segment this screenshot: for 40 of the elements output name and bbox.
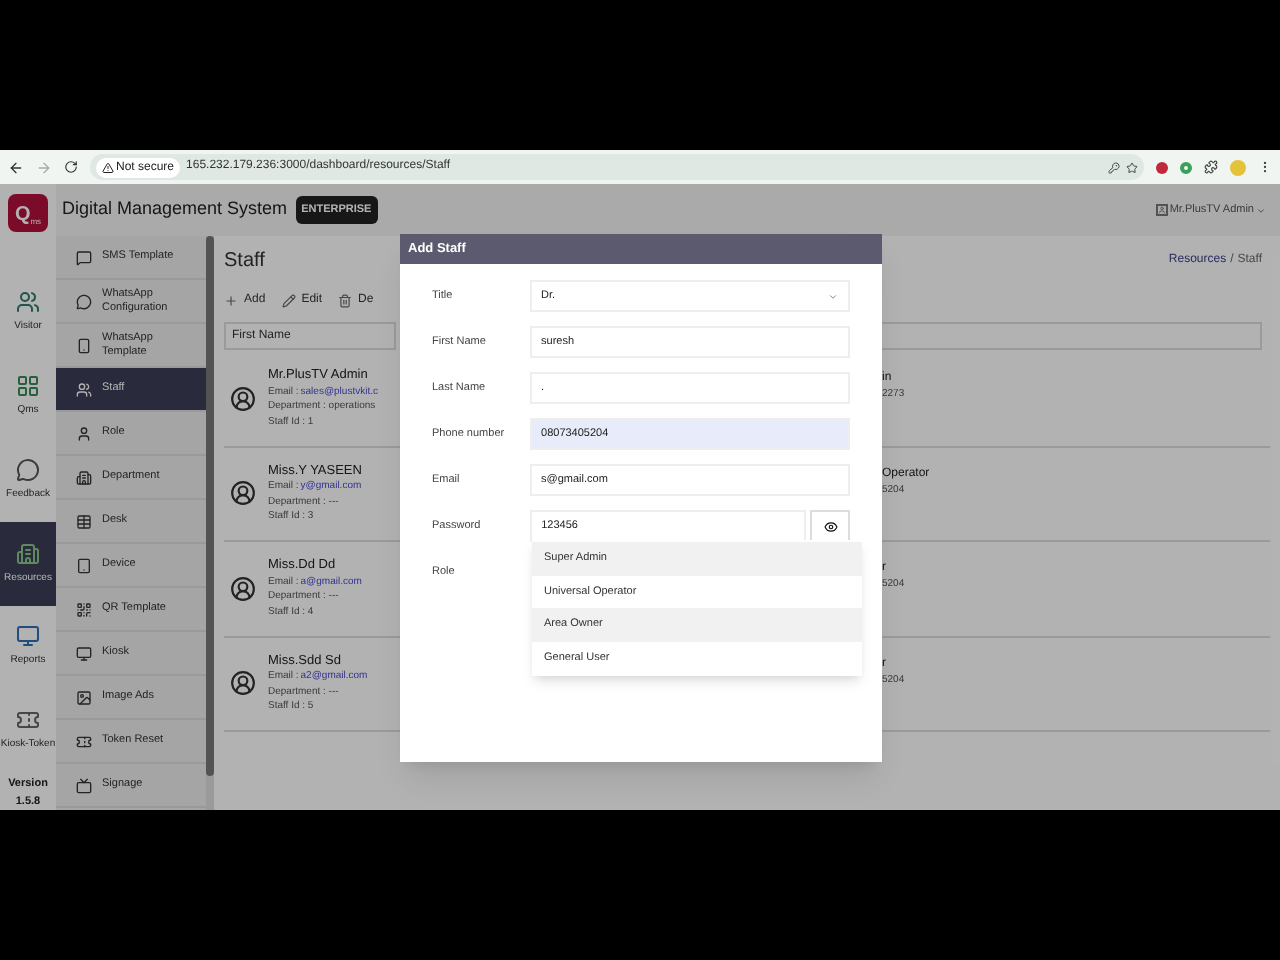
rail-icon [16, 457, 40, 482]
page-title: Staff [224, 247, 265, 275]
rail-icon [16, 624, 40, 649]
submenu-icon [76, 777, 92, 793]
submenu-icon [76, 733, 92, 749]
caret-icon [828, 291, 838, 301]
rail-icon [16, 708, 40, 733]
rail-icon [16, 289, 40, 314]
submenu-icon [76, 337, 92, 353]
submenu-icon [76, 425, 92, 441]
rail-icon [16, 541, 40, 566]
avatar-icon [230, 575, 256, 602]
app-title: Digital Management System [62, 196, 288, 223]
avatar-icon [230, 670, 256, 697]
key-icon[interactable] [1108, 161, 1120, 173]
caret-icon [1256, 205, 1266, 215]
avatar-icon [230, 480, 256, 507]
submenu-icon [76, 689, 92, 705]
submenu-icon [76, 381, 92, 397]
menu-icon[interactable] [1258, 160, 1272, 174]
submenu-icon [76, 293, 92, 309]
submenu-icon [76, 249, 92, 265]
submenu-icon [76, 469, 92, 485]
user-icon [1155, 204, 1168, 216]
back-icon[interactable] [8, 159, 24, 175]
reload-icon[interactable] [64, 160, 78, 174]
plus-icon [224, 293, 238, 307]
submenu-icon [76, 601, 92, 617]
avatar-icon [230, 385, 256, 412]
star-icon[interactable] [1126, 161, 1138, 173]
submenu-icon [76, 513, 92, 529]
submenu-icon [76, 557, 92, 573]
scrollbar-thumb[interactable] [206, 236, 214, 776]
trash-icon [338, 293, 353, 307]
extensions-icon[interactable] [1204, 160, 1218, 174]
pencil-icon [281, 293, 296, 307]
rail-icon [16, 373, 40, 398]
eye-icon [823, 519, 837, 533]
submenu-icon [76, 645, 92, 661]
warning-icon [102, 161, 114, 173]
